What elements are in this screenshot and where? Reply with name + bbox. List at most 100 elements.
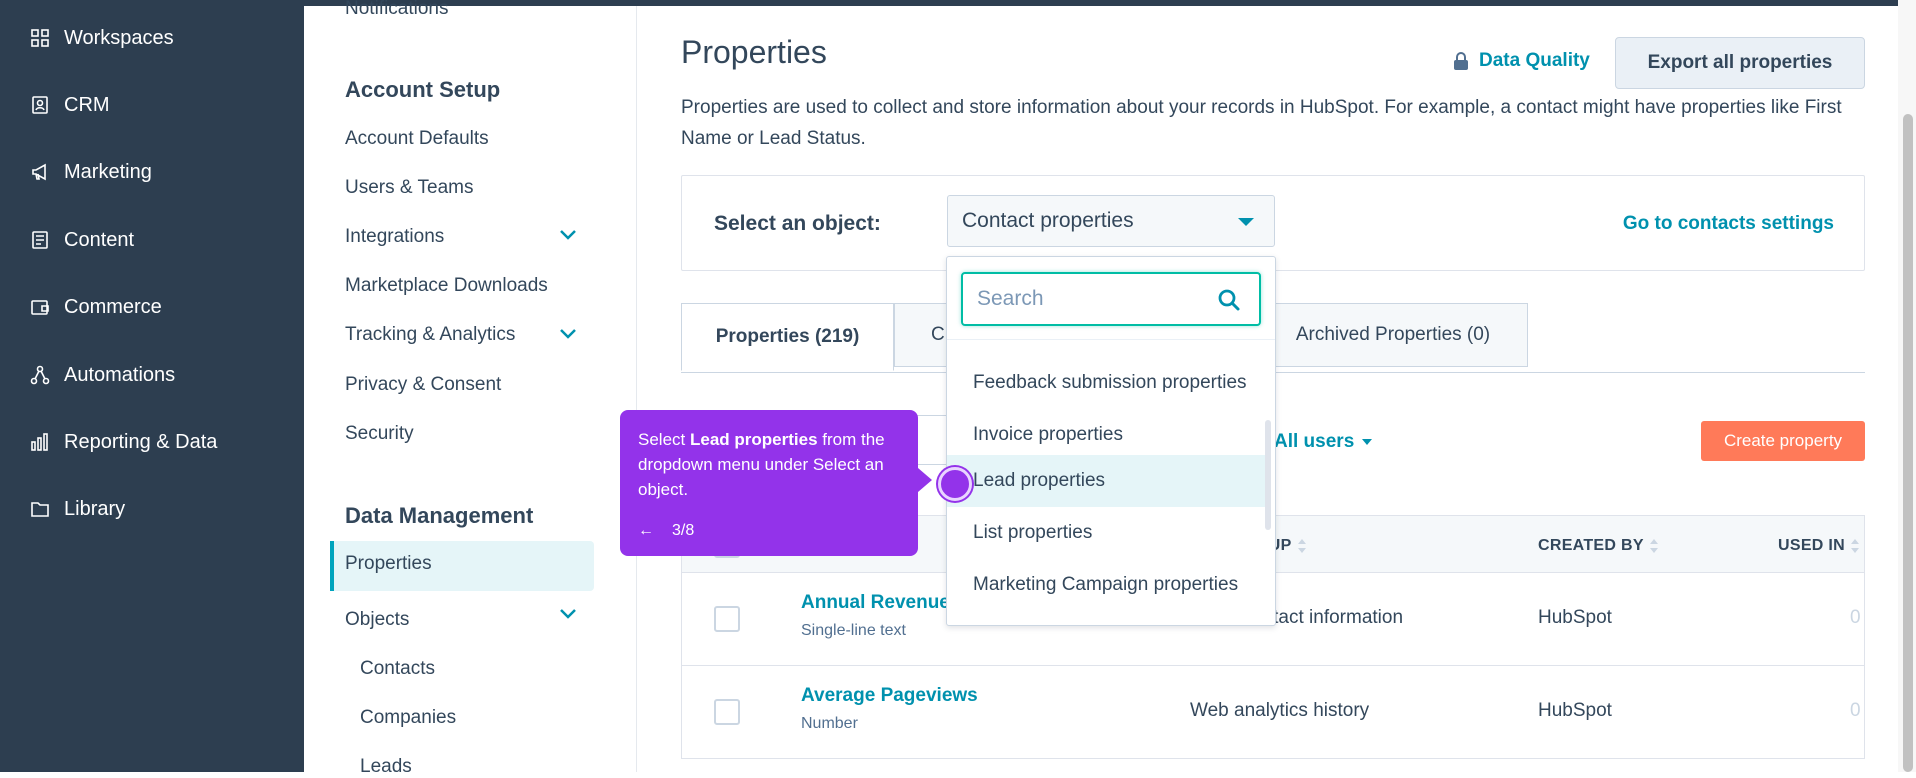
nav-item-content[interactable]: Content [30, 220, 134, 260]
section-heading-account-setup: Account Setup [345, 77, 501, 102]
export-all-properties-button[interactable]: Export all properties [1615, 37, 1865, 89]
select-object-label: Select an object: [714, 212, 881, 235]
caret-down-icon [1362, 439, 1373, 445]
nav-item-crm[interactable]: CRM [30, 85, 110, 125]
tab-archived-properties[interactable]: Archived Properties (0) [1258, 303, 1528, 367]
nav-item-label: Automations [64, 363, 176, 386]
main-navigation: Workspaces CRM Marketing Content Commerc… [0, 0, 304, 772]
tooltip-text-bold: Lead properties [689, 430, 818, 449]
document-icon [32, 231, 48, 249]
nav-item-label: Reporting & Data [64, 430, 218, 453]
tooltip-text-pre: Select [638, 430, 690, 449]
nav-item-label: Library [64, 497, 126, 520]
selected-object-value: Contact properties [962, 209, 1134, 232]
step-counter: 3/8 [672, 522, 695, 539]
dropdown-item-lead[interactable]: Lead properties [947, 455, 1267, 507]
sidebar-item-companies[interactable]: Companies [360, 707, 456, 729]
back-arrow-icon[interactable]: ← [638, 522, 654, 540]
row-checkbox[interactable] [714, 699, 740, 725]
data-quality-link[interactable]: Data Quality [1453, 50, 1590, 72]
property-type: Single-line text [801, 622, 906, 639]
used-in: 0 [1850, 607, 1861, 628]
sidebar-item-properties[interactable]: Properties [330, 541, 594, 591]
created-by: HubSpot [1538, 700, 1612, 721]
dropdown-item-list[interactable]: List properties [947, 507, 1267, 559]
main-content: Properties Data Quality Export all prope… [637, 6, 1916, 772]
create-property-button[interactable]: Create property [1701, 421, 1865, 461]
page-description: Properties are used to collect and store… [681, 97, 1842, 149]
nav-item-label: Marketing [64, 160, 152, 183]
object-select-dropdown[interactable]: Contact properties [947, 195, 1275, 247]
tab-properties[interactable]: Properties (219) [681, 303, 894, 371]
dropdown-item-invoice[interactable]: Invoice properties [947, 409, 1267, 461]
table-row[interactable]: Average Pageviews Number Web analytics h… [681, 666, 1865, 759]
dropdown-scrollbar[interactable] [1265, 420, 1271, 530]
nav-item-library[interactable]: Library [30, 489, 125, 529]
bar-chart-icon [31, 433, 48, 451]
sidebar-item-notifications[interactable]: Notifications [345, 0, 449, 20]
column-header-label: CREATED BY [1538, 537, 1644, 554]
sidebar-item-integrations[interactable]: Integrations [345, 226, 444, 248]
sidebar-item-privacy-consent[interactable]: Privacy & Consent [345, 374, 501, 396]
folder-icon [31, 502, 49, 517]
search-placeholder: Search [977, 287, 1044, 310]
sort-icon [1851, 539, 1859, 553]
data-quality-label: Data Quality [1479, 50, 1590, 71]
all-users-label: All users [1274, 431, 1355, 452]
nav-item-marketing[interactable]: Marketing [30, 152, 152, 192]
lock-icon [1454, 52, 1468, 70]
page-title: Properties [681, 34, 827, 70]
chevron-down-icon[interactable] [560, 329, 576, 339]
dropdown-item-marketing-campaign[interactable]: Marketing Campaign properties [947, 559, 1267, 611]
workflow-icon [30, 365, 50, 385]
nav-item-label: Commerce [64, 295, 162, 318]
column-header-created-by[interactable]: CREATED BY [1538, 537, 1658, 555]
sort-icon [1649, 539, 1658, 553]
tooltip-footer: ← 3/8 [638, 522, 694, 540]
settings-sidebar: Notifications Account Setup Account Defa… [304, 0, 637, 777]
sidebar-item-contacts[interactable]: Contacts [360, 658, 435, 680]
nav-item-workspaces[interactable]: Workspaces [30, 18, 174, 58]
guide-tooltip: Select Lead properties from the dropdown… [620, 410, 932, 556]
section-heading-data-management: Data Management [345, 503, 534, 528]
object-dropdown-menu: Search Feedback submission properties In… [946, 256, 1276, 626]
sort-icon [1297, 539, 1306, 553]
nav-item-label: Workspaces [64, 26, 174, 49]
caret-down-icon [1238, 218, 1254, 226]
sidebar-item-security[interactable]: Security [345, 423, 414, 445]
nav-item-automations[interactable]: Automations [30, 355, 175, 395]
property-group: Web analytics history [1190, 700, 1370, 721]
sidebar-item-users-teams[interactable]: Users & Teams [345, 177, 473, 199]
property-name-link[interactable]: Annual Revenue [801, 592, 950, 614]
column-header-used-in[interactable]: USED IN [1778, 537, 1859, 555]
hotspot-dot[interactable] [938, 467, 972, 501]
used-in: 0 [1850, 700, 1861, 721]
divider [947, 339, 1275, 340]
sidebar-item-marketplace-downloads[interactable]: Marketplace Downloads [345, 275, 548, 297]
tooltip-text: Select Lead properties from the dropdown… [638, 427, 900, 502]
created-by: HubSpot [1538, 607, 1612, 628]
property-type: Number [801, 715, 858, 732]
contact-card-icon [32, 96, 48, 114]
nav-item-label: Content [64, 228, 135, 251]
grid-icon [31, 29, 49, 47]
nav-item-commerce[interactable]: Commerce [30, 287, 162, 327]
nav-item-label: CRM [64, 93, 110, 116]
row-checkbox[interactable] [714, 606, 740, 632]
sidebar-item-account-defaults[interactable]: Account Defaults [345, 128, 489, 150]
page-scrollbar-thumb[interactable] [1903, 114, 1913, 772]
go-to-contacts-settings-link[interactable]: Go to contacts settings [1623, 213, 1834, 235]
chevron-down-icon[interactable] [560, 609, 576, 619]
sidebar-item-objects[interactable]: Objects [345, 609, 409, 631]
all-users-filter[interactable]: All users [1274, 431, 1373, 453]
column-header-label: USED IN [1778, 537, 1845, 554]
chevron-down-icon[interactable] [560, 230, 576, 240]
sidebar-item-leads[interactable]: Leads [360, 756, 412, 778]
dropdown-item-feedback-submission[interactable]: Feedback submission properties [947, 357, 1267, 409]
nav-item-reporting[interactable]: Reporting & Data [30, 422, 217, 462]
dropdown-search-input[interactable]: Search [961, 272, 1261, 326]
sidebar-item-label: Properties [345, 553, 432, 574]
wallet-icon [31, 300, 49, 315]
sidebar-item-tracking-analytics[interactable]: Tracking & Analytics [345, 324, 515, 346]
property-name-link[interactable]: Average Pageviews [801, 685, 978, 707]
